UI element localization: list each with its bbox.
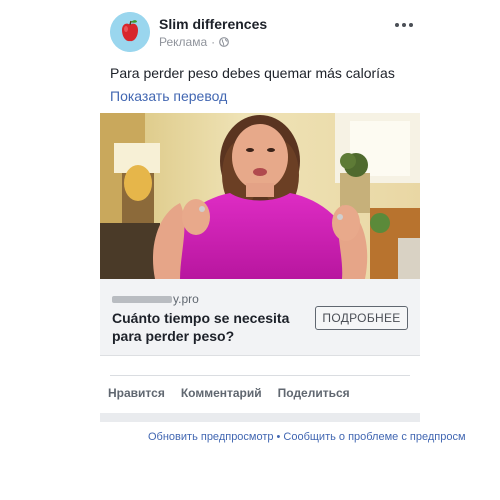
meta-separator: ·: [211, 35, 216, 49]
ad-image[interactable]: [100, 113, 420, 279]
post-actions: Нравится Комментарий Поделиться: [108, 386, 366, 400]
apple-icon: [110, 12, 150, 52]
globe-icon[interactable]: [219, 37, 230, 47]
ad-domain: y.pro: [112, 292, 199, 306]
domain-suffix: y.pro: [173, 292, 199, 306]
translate-link[interactable]: Показать перевод: [110, 88, 227, 104]
ad-photo: [100, 113, 420, 279]
post-bottom-bar: [100, 413, 420, 422]
sponsored-label[interactable]: Реклама: [159, 35, 207, 49]
ad-link-card[interactable]: y.pro Cuánto tiempo se necesita para per…: [100, 279, 420, 356]
actions-divider: [110, 375, 410, 376]
report-problem-link[interactable]: Сообщить о проблеме с предпросм: [283, 431, 465, 443]
comment-button[interactable]: Комментарий: [181, 386, 262, 400]
page-avatar[interactable]: [110, 12, 150, 52]
page-name[interactable]: Slim differences: [159, 16, 267, 32]
post-header: Slim differences Реклама ·: [110, 12, 420, 52]
redacted-domain: [112, 296, 172, 304]
preview-footer: Обновить предпросмотр • Сообщить о проблем…: [148, 431, 466, 443]
share-button[interactable]: Поделиться: [278, 386, 350, 400]
like-button[interactable]: Нравится: [108, 386, 165, 400]
ad-headline[interactable]: Cuánto tiempo se necesita para perder pe…: [112, 309, 308, 345]
post-body-text: Para perder peso debes quemar más calorí…: [110, 65, 395, 81]
post-meta: Реклама ·: [159, 35, 230, 49]
learn-more-button[interactable]: ПОДРОБНЕЕ: [315, 306, 408, 330]
refresh-preview-link[interactable]: Обновить предпросмотр: [148, 431, 274, 443]
footer-separator: •: [276, 431, 281, 443]
more-options-icon[interactable]: [394, 18, 418, 32]
